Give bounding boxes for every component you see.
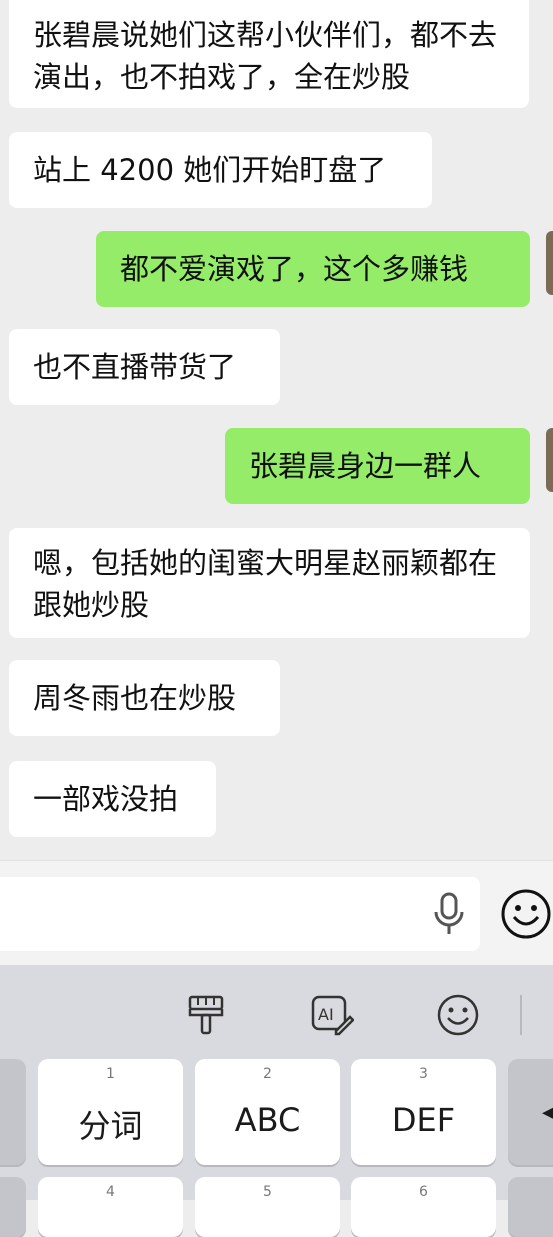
key-number: 3	[419, 1066, 428, 1082]
key-right-edge[interactable]	[508, 1177, 553, 1237]
incoming-message[interactable]: 站上 4200 她们开始盯盘了	[9, 132, 432, 208]
message-text: 也不直播带货了	[33, 350, 237, 384]
key-4[interactable]: 4	[38, 1177, 183, 1237]
key-5[interactable]: 5	[195, 1177, 340, 1237]
key-2[interactable]: 2 ABC	[195, 1059, 340, 1165]
key-number: 4	[106, 1184, 115, 1200]
incoming-message[interactable]: 一部戏没拍	[9, 761, 216, 837]
toolbar-divider	[520, 995, 522, 1035]
message-text: 都不爱演戏了，这个多赚钱	[120, 252, 469, 286]
incoming-message[interactable]: 嗯，包括她的闺蜜大明星赵丽颖都在跟她炒股	[9, 528, 530, 638]
key-left-edge[interactable]	[0, 1177, 26, 1237]
key-number: 2	[263, 1066, 272, 1082]
avatar[interactable]	[546, 428, 553, 492]
key-1[interactable]: 1 分词	[38, 1059, 183, 1165]
message-text: 周冬雨也在炒股	[33, 681, 237, 715]
key-number: 5	[263, 1184, 272, 1200]
key-label: ABC	[234, 1101, 301, 1139]
outgoing-message[interactable]: 都不爱演戏了，这个多赚钱	[96, 231, 530, 307]
message-text: 一部戏没拍	[33, 782, 179, 816]
chat-message-list[interactable]: 张碧晨说她们这帮小伙伴们，都不去演出，也不拍戏了，全在炒股 站上 4200 她们…	[0, 0, 553, 860]
keyboard-toolbar: AI	[0, 965, 553, 1055]
incoming-message[interactable]: 周冬雨也在炒股	[9, 660, 280, 736]
svg-text:AI: AI	[318, 1005, 334, 1024]
incoming-message[interactable]: 张碧晨说她们这帮小伙伴们，都不去演出，也不拍戏了，全在炒股	[9, 0, 529, 108]
key-6[interactable]: 6	[351, 1177, 496, 1237]
message-text: 张碧晨身边一群人	[249, 449, 482, 483]
message-text: 嗯，包括她的闺蜜大明星赵丽颖都在跟她炒股	[33, 546, 498, 622]
key-number: 6	[419, 1184, 428, 1200]
avatar[interactable]	[546, 231, 553, 295]
message-text: 站上 4200 她们开始盯盘了	[33, 153, 387, 187]
delete-icon: ◂	[542, 1097, 553, 1127]
ai-write-icon[interactable]: AI	[310, 993, 354, 1037]
key-3[interactable]: 3 DEF	[351, 1059, 496, 1165]
input-bar	[0, 860, 553, 965]
emoji-icon[interactable]	[500, 888, 552, 940]
outgoing-message[interactable]: 张碧晨身边一群人	[225, 428, 530, 504]
paintbrush-icon[interactable]	[184, 993, 228, 1037]
key-number: 1	[106, 1066, 115, 1082]
key-label: DEF	[391, 1101, 456, 1139]
key-delete[interactable]: ◂	[508, 1059, 553, 1165]
key-left-edge[interactable]	[0, 1059, 26, 1165]
incoming-message[interactable]: 也不直播带货了	[9, 329, 280, 405]
message-input[interactable]	[0, 877, 480, 951]
keyboard: 1 分词 2 ABC 3 DEF ◂ 4 5 6	[0, 1055, 553, 1237]
key-label: 分词	[78, 1107, 143, 1145]
microphone-icon[interactable]	[432, 892, 466, 936]
emoji-smile-icon[interactable]	[436, 993, 480, 1037]
message-text: 张碧晨说她们这帮小伙伴们，都不去演出，也不拍戏了，全在炒股	[33, 18, 498, 94]
